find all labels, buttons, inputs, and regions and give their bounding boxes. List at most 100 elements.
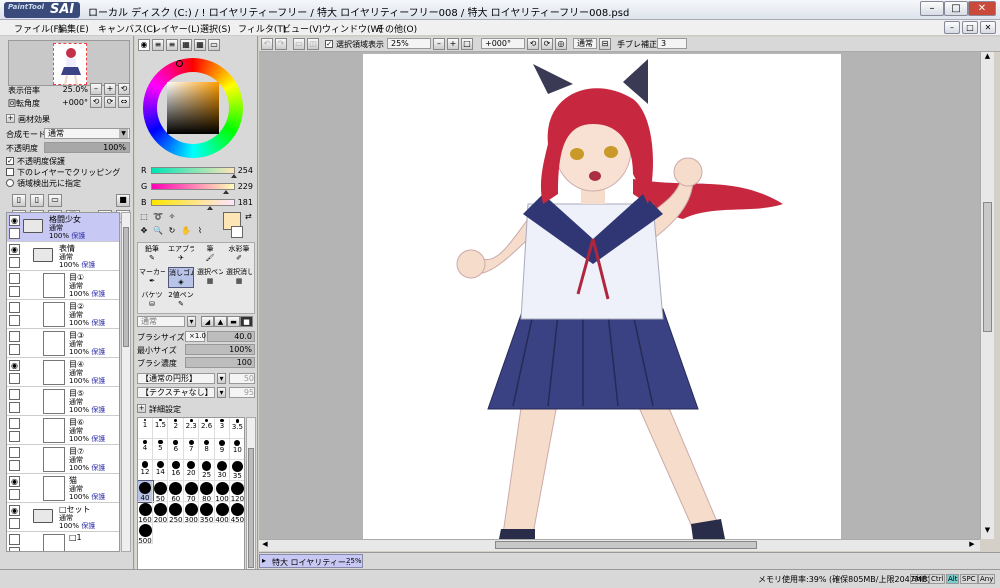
toolbar-zoom-in-icon[interactable]: + <box>447 38 459 50</box>
layer-lock-icon[interactable] <box>9 489 20 500</box>
rotate-icon[interactable]: ↻ <box>166 226 178 238</box>
rotate-right-button[interactable]: ⟳ <box>104 96 116 108</box>
deselect-icon[interactable]: ▭ <box>293 38 305 50</box>
brush-size-cell[interactable]: 200 <box>153 502 169 524</box>
flip-button[interactable]: ⇔ <box>118 96 130 108</box>
menu-other[interactable]: その他(O) <box>376 22 417 35</box>
tool-watercolor[interactable]: 水彩筆 ✐ <box>226 244 252 265</box>
background-color-swatch[interactable] <box>231 226 243 238</box>
brush-shape-select[interactable]: 【通常の円形】 <box>137 373 215 384</box>
layer-lock-icon[interactable] <box>9 431 20 442</box>
tab-close-icon[interactable]: ▸ <box>262 556 266 565</box>
tool-pencil[interactable]: 鉛筆 ✎ <box>139 244 165 265</box>
layer-row[interactable]: 目⑦ 通常 100% 保護 <box>7 445 119 474</box>
invert-selection-icon[interactable]: ◫ <box>307 38 319 50</box>
tool-airbrush[interactable]: エアブラシ✈ <box>168 244 194 265</box>
redo-icon[interactable]: ↷ <box>275 38 287 50</box>
toolbar-angle-select[interactable]: +000° <box>481 38 525 49</box>
brush-size-cell[interactable]: 250 <box>168 502 184 524</box>
scratchpad-tab-icon[interactable]: ▭ <box>208 39 220 51</box>
detail-expand-icon[interactable]: + <box>137 404 146 413</box>
brush-size-cell[interactable]: 12 <box>138 460 153 481</box>
rect-select-icon[interactable]: ⬚ <box>138 212 150 224</box>
saturation-value-square[interactable] <box>167 82 219 134</box>
toolbar-mode-select[interactable]: 通常 <box>573 38 597 49</box>
canvas-document[interactable] <box>363 54 841 539</box>
visibility-eye-icon[interactable] <box>9 331 20 342</box>
b-slider[interactable] <box>151 199 235 210</box>
brush-size-cell[interactable]: 20 <box>184 460 200 481</box>
layer-settings-icon[interactable]: ■ <box>116 194 130 207</box>
color-wheel-tab-icon[interactable]: ◉ <box>138 39 150 51</box>
brush-size-cell[interactable]: 2.3 <box>184 418 200 439</box>
brush-size-cell[interactable]: 400 <box>215 502 230 524</box>
visibility-eye-icon[interactable] <box>9 302 20 313</box>
hue-marker[interactable] <box>176 60 183 67</box>
menu-edit[interactable]: 編集(E) <box>58 22 89 35</box>
undo-icon[interactable]: ↶ <box>261 38 273 50</box>
hand-icon[interactable]: ✋ <box>180 226 192 238</box>
brush-size-multiplier[interactable]: ×1.0 <box>185 331 206 342</box>
menu-window[interactable]: ウィンドウ(W) <box>322 22 383 35</box>
hsv-slider-tab-icon[interactable]: ≡ <box>166 39 178 51</box>
layer-row[interactable]: ◉ 猫通常 100% 保護 <box>7 474 119 503</box>
menu-layer[interactable]: レイヤー(L) <box>152 22 200 35</box>
brush-size-cell[interactable]: 2 <box>168 418 184 439</box>
brush-size-cell[interactable]: 450 <box>230 502 244 524</box>
brush-size-cell[interactable]: 1 <box>138 418 153 439</box>
b-value[interactable]: 181 <box>235 198 253 207</box>
palette-tab-icon[interactable]: ▦ <box>180 39 192 51</box>
layer-row[interactable]: 目⑥ 通常 100% 保護 <box>7 416 119 445</box>
zoom-icon[interactable]: 🔍 <box>152 226 164 238</box>
close-button[interactable]: ✕ <box>968 1 996 16</box>
menu-select[interactable]: 選択(S) <box>200 22 231 35</box>
shape-strength-value[interactable]: 50 <box>229 373 255 384</box>
paper-effect-label[interactable]: 画材効果 <box>18 114 50 125</box>
edge-hard-icon[interactable]: ▬ <box>227 316 240 327</box>
visibility-eye-icon[interactable]: ◉ <box>9 505 20 516</box>
brush-size-cell[interactable]: 50 <box>153 481 169 503</box>
zoom-reset-button[interactable]: ⟲ <box>118 83 130 95</box>
brush-size-cell[interactable]: 8 <box>199 439 215 460</box>
clipping-checkbox[interactable] <box>6 168 14 176</box>
mdi-minimize-button[interactable]: – <box>944 21 960 34</box>
brush-size-cell[interactable]: 500 <box>138 523 153 545</box>
b-slider-handle[interactable] <box>207 206 214 210</box>
swatches-tab-icon[interactable]: ▦ <box>194 39 206 51</box>
edge-medium-icon[interactable]: ▲ <box>214 316 227 327</box>
brush-size-cell[interactable]: 25 <box>199 460 215 481</box>
g-value[interactable]: 229 <box>235 182 253 191</box>
visibility-eye-icon[interactable]: ◉ <box>9 215 20 226</box>
brush-size-cell[interactable]: 2.6 <box>199 418 215 439</box>
density-slider[interactable]: 100 <box>185 357 255 368</box>
scroll-down-icon[interactable]: ▼ <box>982 526 993 537</box>
zoom-out-button[interactable]: – <box>90 83 102 95</box>
menu-view[interactable]: ビュー(V) <box>282 22 322 35</box>
layer-row[interactable]: 目② 通常 100% 保護 <box>7 300 119 329</box>
maximize-button[interactable]: □ <box>944 1 968 16</box>
swap-colors-icon[interactable]: ⇄ <box>245 212 252 221</box>
brush-size-cell[interactable]: 350 <box>199 502 215 524</box>
g-slider-handle[interactable] <box>222 190 229 194</box>
visibility-eye-icon[interactable] <box>9 534 20 545</box>
lasso-icon[interactable]: ➰ <box>152 212 164 224</box>
visibility-eye-icon[interactable]: ◉ <box>9 244 20 255</box>
preserve-opacity-checkbox[interactable]: ✓ <box>6 157 14 165</box>
brush-size-cell[interactable]: 35 <box>230 460 244 481</box>
angle-value[interactable]: +000° <box>48 98 88 107</box>
brush-size-cell[interactable]: 7 <box>184 439 200 460</box>
visibility-eye-icon[interactable] <box>9 447 20 458</box>
visibility-eye-icon[interactable] <box>9 389 20 400</box>
layer-lock-icon[interactable] <box>9 518 20 529</box>
tool-marker[interactable]: マーカー ✒ <box>139 267 165 288</box>
show-selection-checkbox[interactable]: ✓ <box>325 40 333 48</box>
texture-select[interactable]: 【テクスチャなし】 <box>137 387 215 398</box>
brush-size-cell[interactable]: 160 <box>138 502 153 524</box>
brush-size-cell[interactable]: 3.5 <box>230 418 244 439</box>
rotate-left-button[interactable]: ⟲ <box>90 96 102 108</box>
layer-lock-icon[interactable] <box>9 315 20 326</box>
texture-strength-value[interactable]: 95 <box>229 387 255 398</box>
tool-binary-pen[interactable]: 2値ペン ✎ <box>168 290 194 311</box>
visibility-eye-icon[interactable]: ◉ <box>9 476 20 487</box>
edge-soft-icon[interactable]: ◢ <box>201 316 214 327</box>
